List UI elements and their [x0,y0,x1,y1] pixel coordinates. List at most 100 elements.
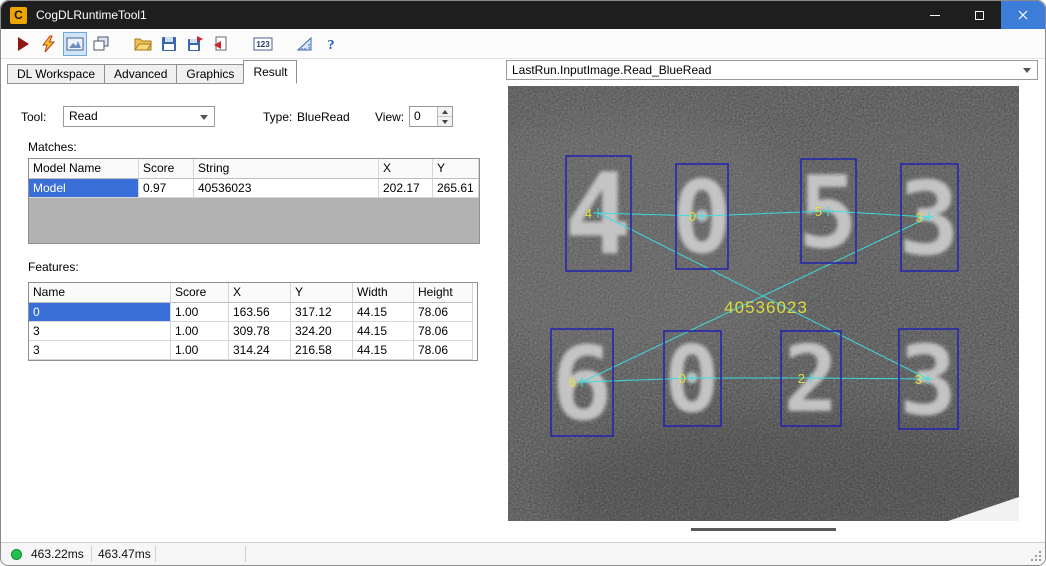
table-row[interactable]: 3 1.00 309.78 324.20 44.15 78.06 [29,322,477,341]
column-header[interactable]: Y [291,283,353,303]
table-row[interactable]: 0 1.00 163.56 317.12 44.15 78.06 [29,303,477,322]
table-cell[interactable]: 78.06 [414,303,473,322]
image-display[interactable]: 4 0 5 3 6 0 2 3 4 0 5 3 6 0 2 3 40536023 [428,86,1045,565]
record-image-button[interactable] [209,32,233,56]
feature-label: 2 [798,371,805,386]
live-run-button[interactable] [37,32,61,56]
tab-advanced[interactable]: Advanced [104,64,178,84]
ruler-triangle-icon [296,36,312,50]
image-view-icon [66,37,84,50]
app-window: C CogDLRuntimeTool1 123 ? DL Workspace A… [0,0,1046,566]
table-cell[interactable]: 40536023 [194,179,379,198]
column-header[interactable]: Width [353,283,414,303]
matches-label: Matches: [28,140,77,154]
tab-dl-workspace[interactable]: DL Workspace [7,64,106,84]
open-file-button[interactable] [131,32,155,56]
tool-combobox[interactable]: Read [63,106,215,127]
table-cell[interactable]: 314.24 [229,341,291,360]
column-header[interactable]: Score [139,159,194,179]
table-cell[interactable]: 1.00 [171,303,229,322]
lightning-icon [41,35,56,52]
table-cell[interactable]: 44.15 [353,322,414,341]
table-cell[interactable]: 309.78 [229,322,291,341]
status-led [11,549,22,560]
show-values-button[interactable]: 123 [251,32,275,56]
type-label: Type: [263,110,293,124]
statusbar-divider [245,546,246,562]
table-cell[interactable]: 0.97 [139,179,194,198]
tab-result[interactable]: Result [243,60,298,84]
numbers-icon: 123 [253,37,273,50]
table-cell[interactable]: 3 [29,341,171,360]
match-string-overlay: 40536023 [724,298,808,317]
tab-graphics[interactable]: Graphics [176,64,245,84]
table-empty-area [29,198,479,243]
chevron-down-icon [442,119,448,124]
resize-grip[interactable] [1031,551,1042,562]
table-cell[interactable]: Model [29,179,139,198]
chevron-down-icon [200,115,208,120]
save-button[interactable] [157,32,181,56]
table-cell[interactable]: 44.15 [353,341,414,360]
svg-text:123: 123 [256,40,270,49]
column-header[interactable]: X [379,159,433,179]
maximize-button[interactable] [957,1,1001,29]
table-cell[interactable]: 202.17 [379,179,433,198]
feature-label: 0 [679,371,686,386]
spinner-down-button[interactable] [438,117,452,126]
table-cell[interactable]: 44.15 [353,303,414,322]
close-button[interactable] [1001,1,1045,29]
table-cell[interactable]: 317.12 [291,303,353,322]
table-cell[interactable]: 216.58 [291,341,353,360]
floppy-icon [162,36,176,51]
image-source-combobox[interactable]: LastRun.InputImage.Read_BlueRead [506,60,1038,80]
table-cell[interactable]: 324.20 [291,322,353,341]
spinner-up-button[interactable] [438,107,452,117]
matches-header-row: Model Name Score String X Y [29,159,479,179]
horizontal-scrollbar-thumb[interactable] [691,528,836,531]
table-cell[interactable]: 78.06 [414,341,473,360]
table-cell[interactable]: 1.00 [171,322,229,341]
chevron-down-icon [1023,68,1031,73]
help-button[interactable]: ? [319,32,343,56]
minimize-button[interactable] [913,1,957,29]
cascade-windows-icon [93,36,109,50]
table-row[interactable]: Model 0.97 40536023 202.17 265.61 [29,179,479,198]
column-header[interactable]: String [194,159,379,179]
feature-label: 5 [815,204,822,219]
title-bar: C CogDLRuntimeTool1 [1,1,1045,29]
show-image-view-button[interactable] [63,31,87,56]
column-header[interactable]: Score [171,283,229,303]
minimize-icon [930,14,940,16]
table-cell[interactable]: 78.06 [414,322,473,341]
view-label: View: [375,110,405,124]
view-spinner[interactable]: 0 [409,106,453,127]
matches-table: Model Name Score String X Y Model 0.97 4… [28,158,480,244]
table-cell[interactable]: 3 [29,322,171,341]
column-header[interactable]: Height [414,283,473,303]
document-arrow-icon [214,36,227,50]
run-button[interactable] [11,32,35,56]
image-source-value: LastRun.InputImage.Read_BlueRead [512,63,712,77]
save-image-button[interactable] [183,32,207,56]
column-header[interactable]: Y [433,159,479,179]
column-header[interactable]: X [229,283,291,303]
features-table: Name Score X Y Width Height 0 1.00 163.5… [28,282,478,361]
chevron-up-icon [442,109,448,114]
total-time-value: 463.47ms [98,547,151,561]
table-cell[interactable]: 1.00 [171,341,229,360]
table-cell[interactable]: 0 [29,303,171,322]
view-spinner-value: 0 [414,109,421,123]
measure-button[interactable] [293,32,317,56]
cascade-views-button[interactable] [89,32,113,56]
view-spinner-buttons [437,107,452,126]
column-header[interactable]: Name [29,283,171,303]
features-label: Features: [28,260,79,274]
feature-label: 4 [585,206,592,221]
table-row[interactable]: 3 1.00 314.24 216.58 44.15 78.06 [29,341,477,360]
close-icon [1018,10,1028,20]
table-cell[interactable]: 163.56 [229,303,291,322]
features-header-row: Name Score X Y Width Height [29,283,477,303]
table-cell[interactable]: 265.61 [433,179,479,198]
column-header[interactable]: Model Name [29,159,139,179]
